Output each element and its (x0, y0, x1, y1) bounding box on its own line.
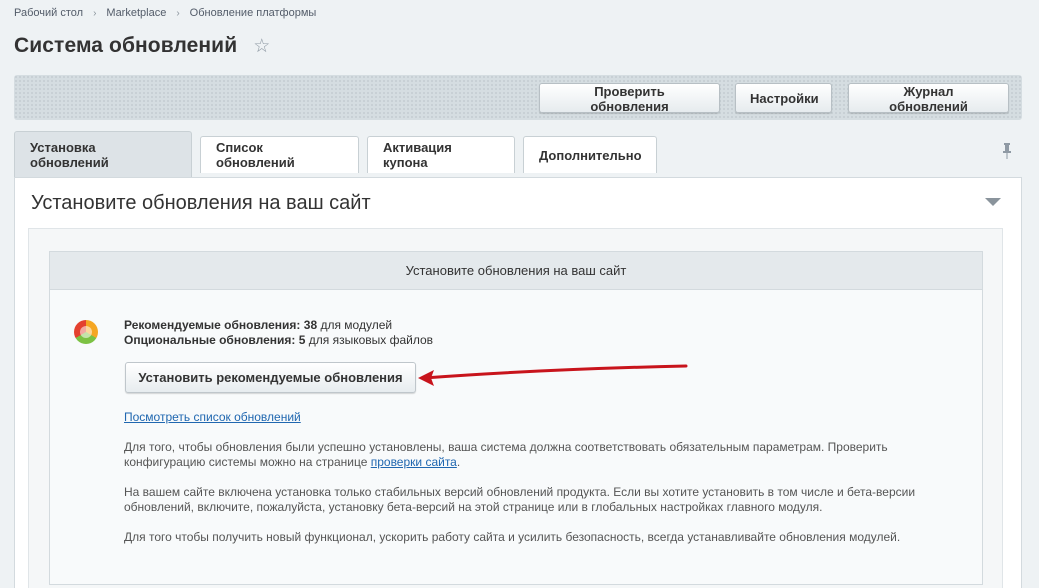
site-check-link[interactable]: проверки сайта (371, 455, 457, 469)
view-updates-list-link[interactable]: Посмотреть список обновлений (124, 410, 301, 424)
update-system-logo-icon (74, 320, 98, 344)
title-row: Система обновлений ☆ (14, 34, 270, 58)
tab-additional[interactable]: Дополнительно (523, 136, 657, 173)
optional-updates-line: Опциональные обновления: 5 для языковых … (124, 333, 433, 348)
breadcrumb-item-marketplace[interactable]: Marketplace (106, 7, 166, 19)
settings-button[interactable]: Настройки (735, 83, 832, 113)
beta-versions-paragraph: На вашем сайте включена установка только… (124, 485, 916, 514)
chevron-right-icon: › (93, 7, 97, 19)
recommended-label: Рекомендуемые обновления: (124, 318, 301, 332)
recommended-updates-line: Рекомендуемые обновления: 38 для модулей (124, 318, 433, 333)
install-recommended-updates-button[interactable]: Установить рекомендуемые обновления (125, 362, 416, 393)
tab-label: Активация купона (383, 140, 452, 170)
breadcrumb: Рабочий стол › Marketplace › Обновление … (14, 7, 316, 19)
pin-icon-graphic (1003, 143, 1011, 159)
recommended-suffix: для модулей (317, 318, 393, 332)
check-updates-button[interactable]: Проверить обновления (539, 83, 720, 114)
install-updates-panel: Установите обновления на ваш сайт Устано… (14, 177, 1022, 588)
updates-stats: Рекомендуемые обновления: 38 для модулей… (124, 318, 433, 348)
optional-label: Опциональные обновления: (124, 333, 296, 347)
para1-end: . (456, 455, 461, 469)
tab-label: Список обновлений (216, 140, 295, 170)
tab-updates-list[interactable]: Список обновлений (200, 136, 359, 173)
breadcrumb-item-platform-update[interactable]: Обновление платформы (190, 7, 317, 19)
always-install-paragraph: Для того чтобы получить новый функционал… (124, 530, 901, 544)
pin-icon[interactable] (1002, 143, 1012, 162)
red-arrow-icon (418, 364, 688, 386)
tab-label: Установка обновлений (30, 139, 109, 170)
tab-label: Дополнительно (539, 147, 642, 163)
tab-coupon-activation[interactable]: Активация купона (367, 136, 515, 173)
toolbar: Проверить обновления Настройки Журнал об… (14, 75, 1022, 120)
star-icon[interactable]: ☆ (253, 37, 270, 56)
updates-journal-button[interactable]: Журнал обновлений (848, 83, 1009, 114)
breadcrumb-item-desktop[interactable]: Рабочий стол (14, 7, 83, 19)
updates-box-heading: Установите обновления на ваш сайт (50, 252, 982, 290)
panel-heading: Установите обновления на ваш сайт (31, 191, 371, 214)
tab-install-updates[interactable]: Установка обновлений (14, 131, 192, 177)
optional-suffix: для языковых файлов (305, 333, 434, 347)
collapse-chevron-icon[interactable] (985, 198, 1001, 206)
tab-bar: Установка обновлений Список обновлений А… (14, 131, 1022, 177)
chevron-right-icon: › (176, 7, 180, 19)
para1-text: Для того, чтобы обновления были успешно … (124, 440, 888, 469)
panel-content: Установите обновления на ваш сайт Рекоме… (28, 228, 1003, 588)
updates-box: Установите обновления на ваш сайт Рекоме… (49, 251, 983, 585)
page-title: Система обновлений (14, 34, 238, 57)
system-check-paragraph: Для того, чтобы обновления были успешно … (124, 440, 964, 470)
recommended-count: 38 (303, 318, 318, 332)
